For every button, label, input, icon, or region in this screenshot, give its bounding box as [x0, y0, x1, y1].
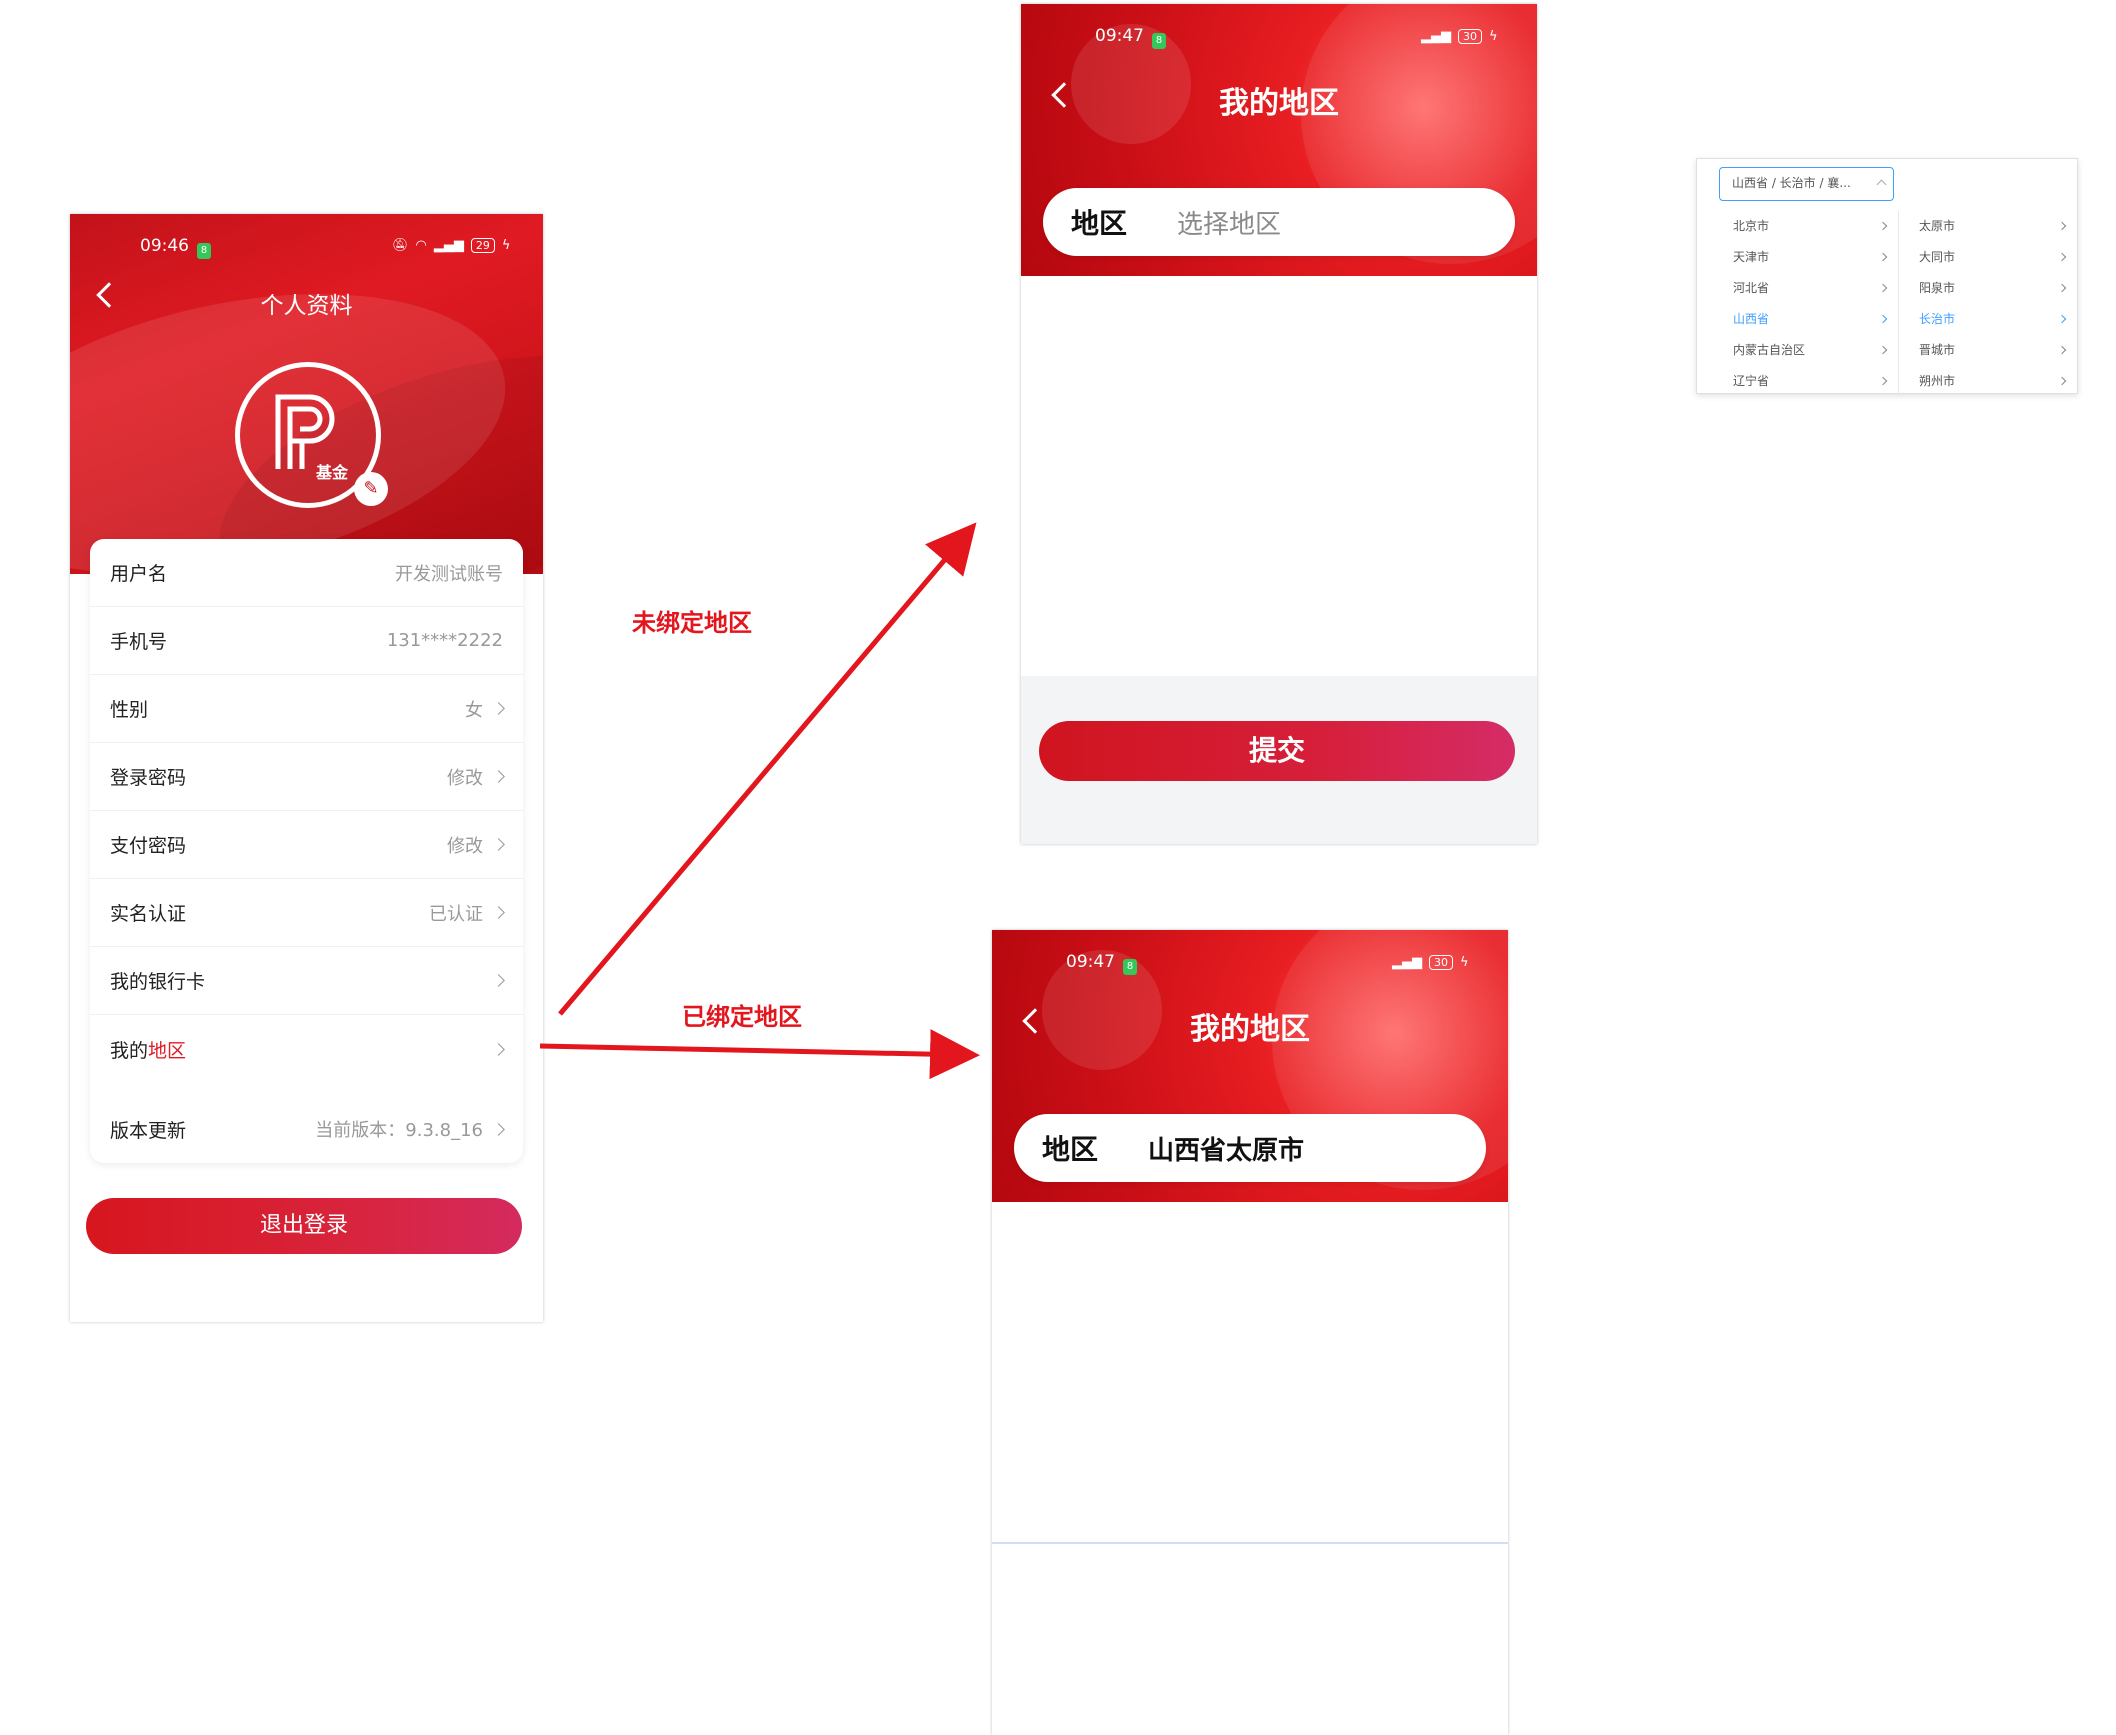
status-bar-icons: ▂▄▆ 30 ϟ — [1392, 955, 1469, 970]
battery-icon: 30 — [1458, 29, 1482, 44]
region-unbound-screen: 09:47 8 ▂▄▆ 30 ϟ 我的地区 地区 选择地区 提交 — [1021, 4, 1537, 844]
label-bound-region: 已绑定地区 — [682, 1003, 802, 1031]
chevron-right-icon — [1878, 376, 1888, 386]
status-indicator-icon: 8 — [1152, 33, 1166, 49]
region-select-field[interactable]: 地区 选择地区 — [1043, 188, 1515, 256]
cascader-option[interactable]: 太原市 — [1901, 211, 2077, 242]
page-title: 我的地区 — [1190, 1012, 1310, 1047]
charging-icon: ϟ — [1460, 955, 1469, 970]
arrow-to-bound — [539, 1029, 980, 1080]
region-label: 地区 — [1042, 1133, 1099, 1166]
cascader-option[interactable]: 晋城市 — [1901, 335, 2077, 366]
chevron-right-icon — [2057, 221, 2067, 231]
battery-icon: 30 — [1429, 955, 1453, 970]
chevron-right-icon — [2057, 252, 2067, 262]
cascader-province-column: 北京市 天津市 河北省 山西省 内蒙古自治区 辽宁省 — [1715, 211, 1899, 395]
region-bound-screen: 09:47 8 ▂▄▆ 30 ϟ 我的地区 地区 山西省太原市 — [992, 930, 1508, 1735]
cascader-option[interactable]: 河北省 — [1715, 273, 1898, 304]
cascader-input[interactable]: 山西省 / 长治市 / 襄... — [1719, 167, 1894, 201]
content-area — [992, 1202, 1508, 1735]
cascader-option[interactable]: 阳泉市 — [1901, 273, 2077, 304]
cascader-option-active[interactable]: 山西省 — [1715, 304, 1898, 335]
status-bar-time: 09:47 8 — [1066, 952, 1137, 975]
content-area — [1021, 276, 1537, 676]
divider — [992, 1542, 1508, 1544]
region-cascader: 山西省 / 长治市 / 襄... 北京市 天津市 河北省 山西省 内蒙古自治区 … — [1696, 158, 2078, 395]
label-unbound-region: 未绑定地区 — [632, 609, 752, 637]
chevron-right-icon — [2057, 376, 2067, 386]
region-value: 山西省太原市 — [1148, 1135, 1305, 1166]
chevron-right-icon — [2057, 345, 2067, 355]
submit-button[interactable]: 提交 — [1039, 721, 1515, 781]
chevron-right-icon — [1878, 252, 1888, 262]
signal-icon: ▂▄▆ — [1421, 29, 1451, 44]
region-select-field[interactable]: 地区 山西省太原市 — [1014, 1114, 1486, 1182]
cascader-option[interactable]: 天津市 — [1715, 242, 1898, 273]
cascader-option[interactable]: 朔州市 — [1901, 366, 2077, 395]
arrow-to-unbound — [558, 522, 977, 1016]
signal-icon: ▂▄▆ — [1392, 955, 1422, 970]
charging-icon: ϟ — [1489, 29, 1498, 44]
chevron-right-icon — [1878, 221, 1888, 231]
cascader-city-column: 太原市 大同市 阳泉市 长治市 晋城市 朔州市 — [1901, 211, 2077, 395]
cascader-option[interactable]: 内蒙古自治区 — [1715, 335, 1898, 366]
chevron-right-icon — [2057, 314, 2067, 324]
status-bar-icons: ▂▄▆ 30 ϟ — [1421, 29, 1498, 44]
page-title: 我的地区 — [1219, 86, 1339, 121]
chevron-right-icon — [1878, 314, 1888, 324]
chevron-right-icon — [1878, 283, 1888, 293]
cascader-option[interactable]: 辽宁省 — [1715, 366, 1898, 395]
chevron-right-icon — [2057, 283, 2067, 293]
cascader-option[interactable]: 北京市 — [1715, 211, 1898, 242]
status-bar-time: 09:47 8 — [1095, 26, 1166, 49]
chevron-up-icon — [1876, 179, 1887, 190]
status-indicator-icon: 8 — [1123, 959, 1137, 975]
cascader-option-active[interactable]: 长治市 — [1901, 304, 2077, 335]
region-placeholder: 选择地区 — [1177, 209, 1282, 240]
region-label: 地区 — [1071, 207, 1128, 240]
chevron-right-icon — [1878, 345, 1888, 355]
cascader-option[interactable]: 大同市 — [1901, 242, 2077, 273]
